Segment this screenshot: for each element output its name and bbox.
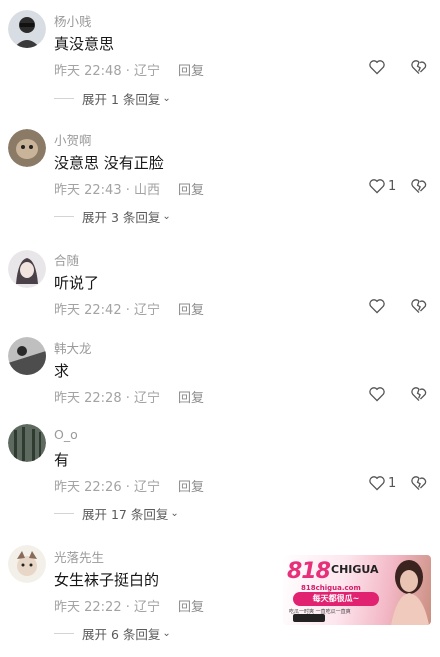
heart-icon <box>369 299 385 314</box>
avatar[interactable] <box>8 424 46 462</box>
comment-time: 昨天 22:42 · 辽宁 <box>54 303 160 318</box>
expand-replies-label: 展开 1 条回复 <box>82 92 161 107</box>
divider-line <box>54 216 74 217</box>
broken-heart-icon <box>411 60 427 75</box>
dislike-button[interactable] <box>410 386 428 406</box>
comment-time: 昨天 22:48 · 辽宁 <box>54 64 160 79</box>
heart-icon <box>369 179 385 194</box>
comment-username[interactable]: 小贺啊 <box>54 130 92 149</box>
ad-model-image <box>391 560 429 625</box>
heart-icon <box>369 476 385 491</box>
expand-replies-label: 展开 6 条回复 <box>82 627 161 642</box>
heart-icon <box>369 387 385 402</box>
heart-icon <box>369 60 385 75</box>
ad-logo-text: CHIGUA <box>331 563 379 576</box>
comment-text: 有 <box>54 451 70 469</box>
comment-time: 昨天 22:26 · 辽宁 <box>54 480 160 495</box>
comment-username[interactable]: O_o <box>54 427 78 442</box>
ad-url: 818chigua.com <box>301 584 361 592</box>
expand-replies-label: 展开 17 条回复 <box>82 507 169 522</box>
like-count: 1 <box>388 475 397 491</box>
avatar[interactable] <box>8 250 46 288</box>
ad-banner[interactable]: 818 CHIGUA 818chigua.com 每天都很瓜~ 吃瓜一时爽 一直… <box>283 555 431 625</box>
divider-line <box>54 98 74 99</box>
ad-logo-number: 818 <box>287 559 331 584</box>
expand-replies-button[interactable]: 展开 1 条回复 ⌄ <box>54 89 171 108</box>
comment-text: 求 <box>54 362 70 380</box>
avatar[interactable] <box>8 10 46 48</box>
comment-username[interactable]: 韩大龙 <box>54 338 92 357</box>
comment-time: 昨天 22:28 · 辽宁 <box>54 391 160 406</box>
broken-heart-icon <box>411 476 427 491</box>
expand-replies-label: 展开 3 条回复 <box>82 210 161 225</box>
chevron-down-icon: ⌄ <box>162 628 171 639</box>
comment-meta: 昨天 22:26 · 辽宁 回复 <box>54 476 204 495</box>
reply-button[interactable]: 回复 <box>178 303 204 318</box>
reply-button[interactable]: 回复 <box>178 391 204 406</box>
chevron-down-icon: ⌄ <box>162 93 171 104</box>
comment-meta: 昨天 22:22 · 辽宁 回复 <box>54 596 204 615</box>
dislike-button[interactable] <box>410 298 428 318</box>
like-button[interactable]: 1 <box>368 475 396 491</box>
like-count: 1 <box>388 178 397 194</box>
broken-heart-icon <box>411 179 427 194</box>
divider-line <box>54 513 74 514</box>
dislike-button[interactable] <box>410 59 428 79</box>
reply-button[interactable]: 回复 <box>178 183 204 198</box>
like-button[interactable] <box>368 386 388 402</box>
reply-button[interactable]: 回复 <box>178 480 204 495</box>
avatar[interactable] <box>8 129 46 167</box>
avatar[interactable] <box>8 545 46 583</box>
comment-text: 听说了 <box>54 274 100 292</box>
comment-text: 女生袜子挺白的 <box>54 571 160 589</box>
broken-heart-icon <box>411 299 427 314</box>
comment-username[interactable]: 合随 <box>54 250 79 269</box>
divider-line <box>54 633 74 634</box>
chevron-down-icon: ⌄ <box>162 211 171 222</box>
ad-button[interactable] <box>293 614 325 622</box>
like-button[interactable]: 1 <box>368 178 396 194</box>
avatar[interactable] <box>8 337 46 375</box>
comment-meta: 昨天 22:48 · 辽宁 回复 <box>54 60 204 79</box>
comment-text: 没意思 没有正脸 <box>54 154 164 172</box>
like-button[interactable] <box>368 298 388 314</box>
like-button[interactable] <box>368 59 388 75</box>
reply-button[interactable]: 回复 <box>178 600 204 615</box>
comment-username[interactable]: 光落先生 <box>54 547 104 566</box>
reply-button[interactable]: 回复 <box>178 64 204 79</box>
broken-heart-icon <box>411 387 427 402</box>
expand-replies-button[interactable]: 展开 6 条回复 ⌄ <box>54 624 171 643</box>
comment-meta: 昨天 22:28 · 辽宁 回复 <box>54 387 204 406</box>
comment-time: 昨天 22:22 · 辽宁 <box>54 600 160 615</box>
expand-replies-button[interactable]: 展开 3 条回复 ⌄ <box>54 207 171 226</box>
comment-meta: 昨天 22:42 · 辽宁 回复 <box>54 299 204 318</box>
dislike-button[interactable] <box>410 475 428 495</box>
comment-text: 真没意思 <box>54 35 115 53</box>
expand-replies-button[interactable]: 展开 17 条回复 ⌄ <box>54 504 179 523</box>
chevron-down-icon: ⌄ <box>170 508 179 519</box>
comment-meta: 昨天 22:43 · 山西 回复 <box>54 179 204 198</box>
ad-slogan: 每天都很瓜~ <box>293 592 379 606</box>
dislike-button[interactable] <box>410 178 428 198</box>
comment-username[interactable]: 杨小贱 <box>54 11 92 30</box>
comment-time: 昨天 22:43 · 山西 <box>54 183 160 198</box>
